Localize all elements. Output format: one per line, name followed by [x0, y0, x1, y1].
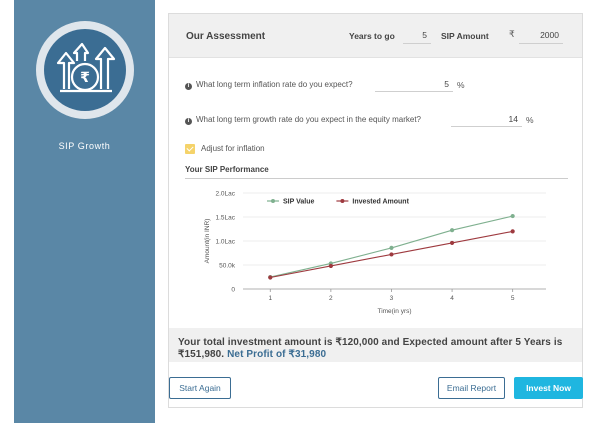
- legend-marker: [271, 199, 275, 203]
- y-tick-label: 0: [231, 287, 235, 294]
- growth-question-text: What long term growth rate do you expect…: [196, 115, 422, 124]
- x-tick-label: 2: [329, 295, 333, 302]
- info-icon[interactable]: i: [185, 83, 192, 90]
- start-again-button[interactable]: Start Again: [169, 377, 231, 399]
- svg-text:₹: ₹: [80, 70, 90, 86]
- y-tick-label: 2.0Lac: [215, 191, 235, 198]
- chart-legend: SIP Value Invested Amount: [267, 199, 410, 206]
- data-point[interactable]: [510, 213, 515, 219]
- sidebar-title: SIP Growth: [58, 141, 111, 151]
- legend-marker: [340, 199, 345, 203]
- inflation-percent-sign: %: [457, 80, 465, 90]
- sip-performance-chart: 0 50.0k 1.0Lac 1.5Lac 2.0Lac 1 2 3 4 5 Amount(in…: [204, 191, 546, 315]
- assessment-title: Our Assessment: [186, 31, 266, 42]
- result-summary: Your total investment amount is ₹120,000…: [169, 328, 582, 362]
- x-tick-label: 1: [268, 295, 272, 302]
- x-tick-labels: 1 2 3 4 5: [268, 295, 514, 302]
- x-tick-label: 3: [390, 295, 394, 302]
- sip-amount-label: SIP Amount: [441, 31, 489, 41]
- data-point[interactable]: [510, 229, 515, 234]
- legend-label[interactable]: SIP Value: [283, 199, 314, 206]
- invest-now-button[interactable]: Invest Now: [514, 377, 583, 399]
- info-icon[interactable]: i: [185, 118, 192, 125]
- inflation-question: i What long term inflation rate do you ex…: [185, 80, 353, 90]
- email-report-button[interactable]: Email Report: [438, 377, 505, 399]
- logo: ₹: [36, 21, 134, 119]
- data-point[interactable]: [449, 240, 455, 246]
- years-input[interactable]: 5: [403, 26, 431, 44]
- growth-question: i What long term growth rate do you expec…: [185, 115, 421, 125]
- performance-title: Your SIP Performance: [185, 165, 269, 174]
- net-profit-text: Net Profit of ₹31,980: [227, 349, 327, 360]
- y-tick-label: 1.5Lac: [215, 215, 235, 222]
- y-tick-label: 1.0Lac: [215, 239, 235, 246]
- legend-label[interactable]: Invested Amount: [352, 199, 409, 206]
- y-axis-label: Amount(in INR): [204, 219, 211, 264]
- data-point[interactable]: [328, 263, 333, 269]
- sip-amount-input[interactable]: 2000: [519, 26, 563, 44]
- x-axis-label: Time(in yrs): [377, 308, 411, 315]
- assessment-header: Our Assessment Years to go 5 SIP Amount …: [169, 14, 582, 58]
- assessment-panel: Our Assessment Years to go 5 SIP Amount …: [168, 13, 583, 408]
- rupee-symbol: ₹: [509, 29, 515, 39]
- adjust-inflation-checkbox[interactable]: [185, 144, 195, 154]
- sidebar: ₹ SIP Growth: [14, 0, 155, 423]
- years-label: Years to go: [349, 31, 395, 41]
- growth-rate-input[interactable]: 14: [451, 111, 522, 127]
- performance-divider: [185, 178, 568, 179]
- x-tick-label: 5: [511, 295, 515, 302]
- adjust-inflation-label: Adjust for inflation: [201, 144, 265, 153]
- x-tick-label: 4: [450, 295, 454, 302]
- sip-growth-rupee-icon: ₹: [56, 42, 116, 93]
- data-point[interactable]: [449, 228, 455, 233]
- inflation-rate-input[interactable]: 5: [375, 76, 453, 92]
- data-point[interactable]: [268, 275, 273, 280]
- chart-series: [268, 213, 515, 280]
- data-point[interactable]: [389, 252, 394, 257]
- growth-percent-sign: %: [526, 115, 534, 125]
- data-point[interactable]: [389, 245, 394, 251]
- y-tick-labels: 0 50.0k 1.0Lac 1.5Lac 2.0Lac: [215, 191, 235, 294]
- inflation-question-text: What long term inflation rate do you exp…: [196, 80, 353, 89]
- y-tick-label: 50.0k: [219, 263, 236, 270]
- chart-grid: [243, 192, 546, 292]
